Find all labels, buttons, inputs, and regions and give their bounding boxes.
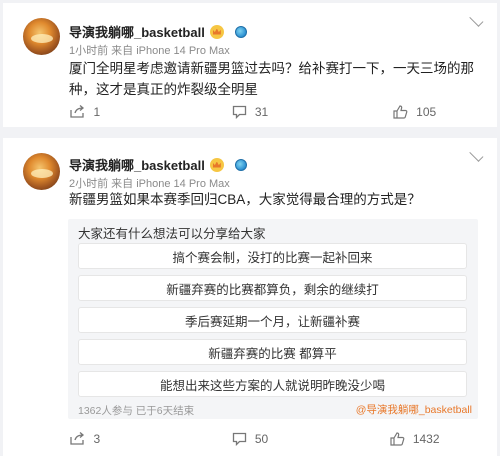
share-icon — [70, 105, 85, 118]
comment-icon — [232, 105, 246, 119]
post-text: 厦门全明星考虑邀请新疆男篮过去吗？给补赛打一下，一天三场的那种，这才是真正的炸裂… — [69, 61, 474, 97]
post-meta: 1小时前 来自 iPhone 14 Pro Max — [69, 45, 230, 57]
like-icon — [393, 105, 408, 119]
crown-badge-icon — [209, 157, 224, 172]
avatar[interactable] — [23, 18, 60, 55]
author-name[interactable]: 导演我躺哪_basketball — [69, 155, 205, 174]
poll-option[interactable]: 新疆弃赛的比赛 都算平 — [78, 339, 467, 365]
globe-badge-icon — [234, 158, 247, 171]
comment-button[interactable]: 31 — [168, 105, 333, 119]
poll-option[interactable]: 能想出来这些方案的人就说明昨晚没少喝 — [78, 371, 467, 397]
action-bar: 3 50 1432 — [3, 426, 497, 452]
poll-option[interactable]: 新疆弃赛的比赛都算负，剩余的继续打 — [78, 275, 467, 301]
share-button[interactable]: 3 — [3, 432, 168, 446]
comment-button[interactable]: 50 — [168, 432, 333, 446]
poll-source-link[interactable]: @导演我躺哪_basketball — [356, 402, 472, 417]
poll-box: 大家还有什么想法可以分享给大家 搞个赛会制，没打的比赛一起补回来 新疆弃赛的比赛… — [68, 219, 478, 419]
author-name[interactable]: 导演我躺哪_basketball — [69, 22, 205, 41]
share-icon — [70, 432, 85, 445]
action-bar: 1 31 105 — [3, 99, 497, 125]
like-count: 1432 — [412, 432, 440, 446]
more-chevron-icon[interactable] — [469, 17, 483, 27]
share-count: 1 — [93, 105, 101, 119]
globe-badge-icon — [234, 25, 247, 38]
share-button[interactable]: 1 — [3, 105, 168, 119]
more-chevron-icon[interactable] — [469, 152, 483, 162]
comment-icon — [232, 432, 246, 446]
like-button[interactable]: 1432 — [332, 432, 497, 446]
share-count: 3 — [93, 432, 101, 446]
comment-count: 50 — [254, 432, 269, 446]
avatar[interactable] — [23, 153, 60, 190]
author-row: 导演我躺哪_basketball — [69, 22, 247, 41]
author-row: 导演我躺哪_basketball — [69, 155, 247, 174]
like-icon — [390, 432, 405, 446]
post-text: 新疆男篮如果本赛季回归CBA，大家觉得最合理的方式是？ — [69, 192, 421, 207]
crown-badge-icon — [209, 24, 224, 39]
poll-option[interactable]: 季后赛延期一个月，让新疆补赛 — [78, 307, 467, 333]
like-button[interactable]: 105 — [332, 105, 497, 119]
post-card-1: 导演我躺哪_basketball 1小时前 来自 iPhone 14 Pro M… — [3, 3, 497, 127]
post-card-2: 导演我躺哪_basketball 2小时前 来自 iPhone 14 Pro M… — [3, 138, 497, 456]
comment-count: 31 — [254, 105, 269, 119]
like-count: 105 — [416, 105, 437, 119]
poll-title: 大家还有什么想法可以分享给大家 — [78, 227, 266, 241]
poll-option[interactable]: 搞个赛会制，没打的比赛一起补回来 — [78, 243, 467, 269]
poll-footer: 1362人参与 已于6天结束 — [78, 405, 195, 417]
